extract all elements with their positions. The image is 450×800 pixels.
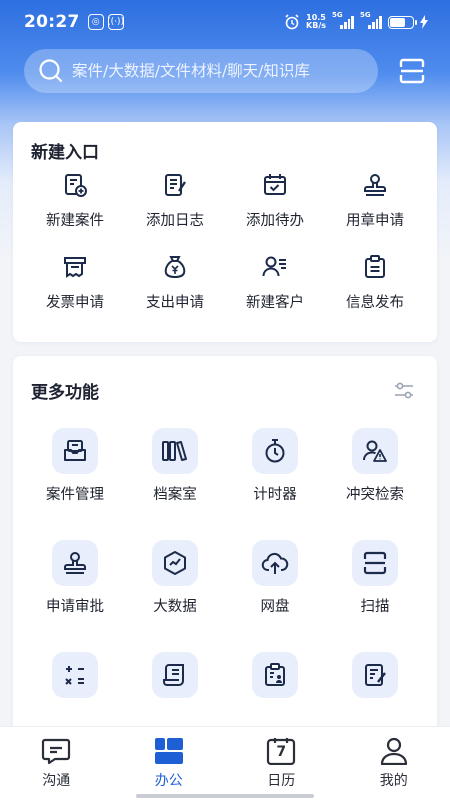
calendar-day: 7 — [276, 744, 287, 760]
func-label: 档案室 — [153, 487, 197, 503]
entry-label: 新建案件 — [46, 213, 104, 229]
clipboard-person-icon — [265, 663, 285, 686]
trend-chart-icon — [164, 551, 186, 575]
func-archive-room[interactable]: 档案室 — [125, 428, 225, 504]
scan-icon — [363, 551, 387, 575]
profile-icon — [380, 737, 407, 765]
search-icon — [39, 59, 63, 83]
net-speed-unit: KB/s — [306, 21, 326, 30]
case-tray-icon — [64, 440, 86, 461]
func-document-edit[interactable] — [325, 652, 425, 707]
battery-icon — [388, 15, 417, 29]
func-case-management[interactable]: 案件管理 — [25, 428, 125, 504]
new-entry-title: 新建入口 — [31, 143, 99, 163]
search-input[interactable] — [72, 62, 362, 80]
office-grid-icon — [154, 738, 183, 764]
add-todo-icon — [264, 174, 286, 195]
signal-icon-1: 5G — [332, 11, 354, 29]
func-scan[interactable]: 扫描 — [325, 540, 425, 616]
tab-label: 沟通 — [42, 773, 71, 789]
net-speed: 10.5 KB/s — [306, 14, 326, 30]
func-label: 大数据 — [153, 599, 197, 615]
search-bar[interactable] — [24, 49, 378, 93]
invoice-icon — [64, 257, 86, 278]
func-label: 冲突检索 — [346, 487, 404, 503]
func-label: 申请审批 — [46, 599, 104, 615]
home-indicator[interactable] — [136, 794, 314, 798]
more-functions-grid: 案件管理 档案室 计时器 冲突检索 申请审批 大数据 网盘 扫描 — [25, 428, 425, 707]
scroll-icon — [163, 664, 184, 686]
chat-icon — [42, 738, 71, 765]
func-label: 计时器 — [253, 487, 297, 503]
money-bag-icon — [164, 256, 186, 279]
sliders-icon — [395, 382, 413, 399]
notification-radio-icon: ((·)) — [107, 14, 124, 30]
new-case-icon — [65, 174, 87, 197]
notification-app-icon: ◎ — [87, 14, 104, 30]
entry-label: 添加待办 — [246, 213, 304, 229]
tab-label: 我的 — [379, 773, 408, 789]
archive-books-icon — [162, 441, 187, 461]
more-functions-card: 更多功能 案件管理 档案室 计时器 冲突检索 申请审批 大数据 网盘 扫描 — [13, 356, 437, 736]
entry-add-log[interactable]: 添加日志 — [125, 170, 225, 230]
entry-expense-request[interactable]: 支出申请 — [125, 252, 225, 312]
tab-label: 日历 — [267, 773, 296, 789]
func-clipboard-person[interactable] — [225, 652, 325, 707]
entry-seal-request[interactable]: 用章申请 — [325, 170, 425, 230]
signal-label-1: 5G — [332, 11, 343, 19]
customize-button[interactable] — [393, 380, 415, 402]
scan-button[interactable] — [396, 55, 428, 87]
entry-info-publish[interactable]: 信息发布 — [325, 252, 425, 312]
alarm-icon — [285, 14, 299, 30]
func-approval[interactable]: 申请审批 — [25, 540, 125, 616]
add-log-icon — [165, 174, 186, 196]
clipboard-icon — [365, 255, 385, 278]
func-big-data[interactable]: 大数据 — [125, 540, 225, 616]
seal-icon — [364, 174, 386, 196]
tab-office[interactable]: 办公 — [113, 727, 226, 800]
func-calculator[interactable] — [25, 652, 125, 707]
new-entry-card: 新建入口 新建案件 添加日志 添加待办 用章申请 发票申请 支出申请 新建客户 — [13, 122, 437, 342]
entry-label: 信息发布 — [346, 295, 404, 311]
func-timer[interactable]: 计时器 — [225, 428, 325, 504]
entry-invoice-request[interactable]: 发票申请 — [25, 252, 125, 312]
new-client-icon — [262, 256, 286, 277]
entry-label: 新建客户 — [246, 295, 304, 311]
new-entry-grid: 新建案件 添加日志 添加待办 用章申请 发票申请 支出申请 新建客户 信息发布 — [25, 170, 425, 312]
calculator-icon — [65, 666, 84, 685]
calendar-icon: 7 — [266, 737, 296, 765]
func-label: 案件管理 — [46, 487, 104, 503]
stopwatch-icon — [265, 439, 285, 463]
entry-label: 添加日志 — [146, 213, 204, 229]
func-label: 扫描 — [360, 599, 390, 615]
func-conflict-search[interactable]: 冲突检索 — [325, 428, 425, 504]
cloud-upload-icon — [261, 552, 289, 574]
tab-mine[interactable]: 我的 — [338, 727, 450, 800]
document-edit-icon — [365, 664, 386, 686]
stamp-icon — [64, 552, 86, 574]
search-row — [24, 48, 428, 94]
tab-chat[interactable]: 沟通 — [0, 727, 113, 800]
status-bar: 20:27 ◎ ((·)) 10.5 KB/s 5G 5G — [0, 0, 450, 44]
entry-new-client[interactable]: 新建客户 — [225, 252, 325, 312]
entry-new-case[interactable]: 新建案件 — [25, 170, 125, 230]
signal-icon-2: 5G — [360, 11, 382, 29]
status-time: 20:27 — [24, 12, 80, 32]
signal-label-2: 5G — [360, 11, 371, 19]
more-functions-title: 更多功能 — [31, 383, 99, 403]
func-label: 网盘 — [260, 599, 290, 615]
func-cloud-drive[interactable]: 网盘 — [225, 540, 325, 616]
scan-icon — [399, 58, 425, 84]
tab-calendar[interactable]: 7 日历 — [225, 727, 338, 800]
status-right: 10.5 KB/s 5G 5G — [284, 11, 428, 30]
conflict-warning-icon — [363, 440, 387, 462]
entry-label: 支出申请 — [146, 295, 204, 311]
tab-label: 办公 — [154, 773, 183, 789]
entry-label: 发票申请 — [46, 295, 104, 311]
entry-add-todo[interactable]: 添加待办 — [225, 170, 325, 230]
func-scroll[interactable] — [125, 652, 225, 707]
bottom-tab-bar: 沟通 办公 7 日历 我的 — [0, 726, 450, 800]
entry-label: 用章申请 — [346, 213, 404, 229]
charging-icon — [420, 15, 428, 29]
